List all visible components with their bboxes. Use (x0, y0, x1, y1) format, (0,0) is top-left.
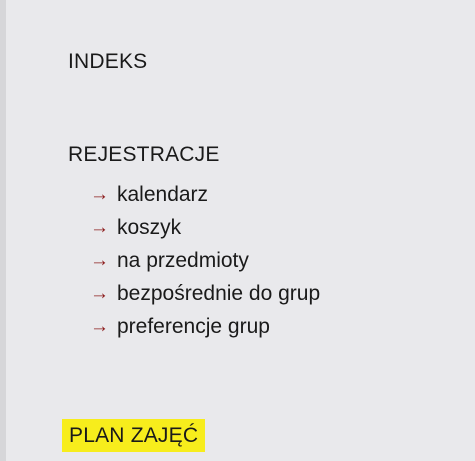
submenu-item-label[interactable]: preferencje grup (117, 315, 270, 339)
submenu-item-label[interactable]: kalendarz (117, 183, 208, 207)
submenu-item-label[interactable]: na przedmioty (117, 249, 249, 273)
submenu-item-bezposrednie-do-grup[interactable]: → bezpośrednie do grup (90, 277, 320, 310)
arrow-right-icon: → (90, 283, 109, 304)
menu-item-plan-zajec[interactable]: PLAN ZAJĘĆ (62, 419, 206, 452)
submenu-item-koszyk[interactable]: → koszyk (90, 211, 320, 244)
arrow-right-icon: → (90, 316, 109, 337)
menu-item-rejestracje[interactable]: REJESTRACJE (68, 141, 220, 169)
submenu-item-na-przedmioty[interactable]: → na przedmioty (90, 244, 320, 277)
rejestracje-submenu: → kalendarz → koszyk → na przedmioty → b… (90, 178, 320, 343)
arrow-right-icon: → (90, 217, 109, 238)
sidebar-menu: INDEKS REJESTRACJE → kalendarz → koszyk … (0, 0, 475, 461)
submenu-item-preferencje-grup[interactable]: → preferencje grup (90, 310, 320, 343)
submenu-item-label[interactable]: bezpośrednie do grup (117, 282, 320, 306)
submenu-item-kalendarz[interactable]: → kalendarz (90, 178, 320, 211)
arrow-right-icon: → (90, 250, 109, 271)
menu-item-indeks[interactable]: INDEKS (68, 48, 147, 76)
page: INDEKS REJESTRACJE → kalendarz → koszyk … (0, 0, 475, 461)
submenu-item-label[interactable]: koszyk (117, 216, 181, 240)
arrow-right-icon: → (90, 184, 109, 205)
